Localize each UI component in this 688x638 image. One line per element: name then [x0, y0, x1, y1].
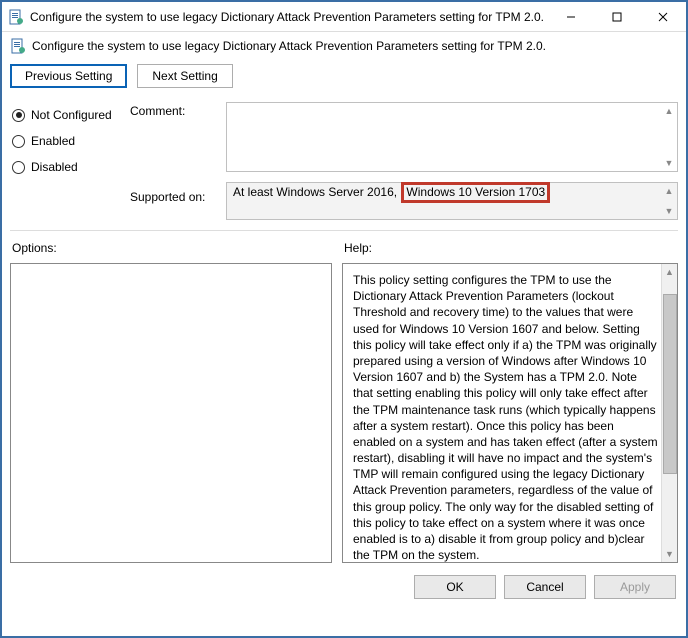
close-button[interactable]	[640, 2, 686, 31]
window-title: Configure the system to use legacy Dicti…	[30, 10, 548, 24]
help-scrollbar[interactable]: ▲ ▼	[661, 264, 677, 562]
scroll-up-icon[interactable]: ▲	[665, 266, 674, 278]
options-column: Options:	[10, 239, 332, 563]
minimize-button[interactable]	[548, 2, 594, 31]
options-box[interactable]	[10, 263, 332, 563]
dialog-buttons: OK Cancel Apply	[2, 567, 686, 607]
scroll-down-icon[interactable]: ▼	[661, 155, 677, 171]
radio-label: Disabled	[31, 160, 78, 174]
help-text: This policy setting configures the TPM t…	[353, 273, 658, 562]
comment-textarea[interactable]: ▲ ▼	[226, 102, 678, 172]
window-controls	[548, 2, 686, 31]
labels-column: Comment: Supported on:	[130, 102, 226, 220]
fields-column: ▲ ▼ At least Windows Server 2016, Window…	[226, 102, 678, 220]
next-setting-button[interactable]: Next Setting	[137, 64, 232, 88]
scroll-up-icon[interactable]: ▲	[661, 183, 677, 199]
apply-button[interactable]: Apply	[594, 575, 676, 599]
help-column: Help: This policy setting configures the…	[342, 239, 678, 563]
radio-icon	[12, 135, 25, 148]
help-box[interactable]: This policy setting configures the TPM t…	[342, 263, 678, 563]
options-label: Options:	[12, 241, 332, 255]
radio-label: Enabled	[31, 134, 75, 148]
nav-row: Previous Setting Next Setting	[2, 64, 686, 96]
previous-setting-button[interactable]: Previous Setting	[10, 64, 127, 88]
ok-button[interactable]: OK	[414, 575, 496, 599]
maximize-button[interactable]	[594, 2, 640, 31]
policy-icon	[10, 38, 26, 54]
supported-on-box: At least Windows Server 2016, Windows 10…	[226, 182, 678, 220]
scroll-down-icon[interactable]: ▼	[665, 548, 674, 560]
config-area: Not Configured Enabled Disabled Comment:…	[2, 96, 686, 226]
lower-area: Options: Help: This policy setting confi…	[2, 235, 686, 567]
state-radio-group: Not Configured Enabled Disabled	[10, 102, 130, 220]
scroll-up-icon[interactable]: ▲	[661, 103, 677, 119]
help-label: Help:	[344, 241, 678, 255]
radio-icon	[12, 109, 25, 122]
scrollbar-thumb[interactable]	[663, 294, 677, 474]
subtitle-row: Configure the system to use legacy Dicti…	[2, 32, 686, 64]
radio-not-configured[interactable]: Not Configured	[12, 108, 130, 122]
radio-disabled[interactable]: Disabled	[12, 160, 130, 174]
supported-on-highlight: Windows 10 Version 1703	[401, 182, 550, 203]
radio-enabled[interactable]: Enabled	[12, 134, 130, 148]
app-icon	[8, 9, 24, 25]
comment-label: Comment:	[130, 104, 226, 118]
subtitle-text: Configure the system to use legacy Dicti…	[32, 39, 546, 53]
supported-on-prefix: At least Windows Server 2016,	[233, 185, 397, 199]
radio-label: Not Configured	[31, 108, 112, 122]
supported-on-label: Supported on:	[130, 190, 226, 204]
scroll-down-icon[interactable]: ▼	[661, 203, 677, 219]
cancel-button[interactable]: Cancel	[504, 575, 586, 599]
radio-icon	[12, 161, 25, 174]
divider	[10, 230, 678, 231]
title-bar: Configure the system to use legacy Dicti…	[2, 2, 686, 32]
